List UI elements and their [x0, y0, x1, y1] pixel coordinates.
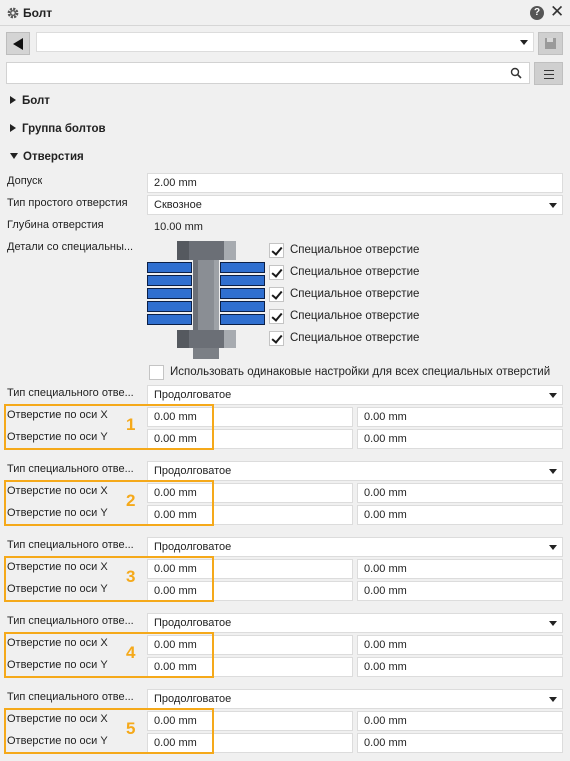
simple-hole-type-select[interactable]: Сквозное	[147, 195, 563, 215]
special-hole-type-label: Тип специального отве...	[7, 691, 134, 703]
menu-icon	[544, 70, 554, 71]
collapse-arrow-icon	[10, 153, 18, 159]
same-settings-checkbox[interactable]	[149, 365, 164, 380]
highlight-box-2	[4, 480, 214, 526]
special-parts-label: Детали со специальны...	[7, 241, 134, 253]
chevron-down-icon	[549, 203, 557, 208]
chevron-down-icon	[520, 40, 528, 45]
group-number-2: 2	[126, 491, 136, 510]
special-hole-checkbox-5[interactable]	[269, 331, 284, 346]
same-settings-label: Использовать одинаковые настройки для вс…	[170, 366, 551, 378]
hole-x-field-b[interactable]: 0.00 mm	[357, 407, 563, 427]
title-bar: Болт ? ✕	[0, 0, 570, 26]
highlight-box-4	[4, 632, 214, 678]
section-bolt-label: Болт	[22, 95, 50, 107]
section-holes-label: Отверстия	[23, 151, 84, 163]
simple-hole-type-value: Сквозное	[154, 199, 202, 211]
hole-y-field-b[interactable]: 0.00 mm	[357, 429, 563, 449]
special-hole-type-select-1[interactable]: Продолговатое	[147, 385, 563, 405]
special-hole-type-select-3[interactable]: Продолговатое	[147, 537, 563, 557]
special-hole-type-value: Продолговатое	[154, 617, 232, 629]
special-hole-checkbox-label: Специальное отверстие	[290, 332, 420, 344]
help-icon[interactable]: ?	[530, 6, 544, 20]
search-input[interactable]	[6, 62, 530, 84]
gear-icon	[7, 7, 19, 19]
hole-y-field-b[interactable]: 0.00 mm	[357, 505, 563, 525]
special-hole-type-label: Тип специального отве...	[7, 539, 134, 551]
special-hole-type-select-4[interactable]: Продолговатое	[147, 613, 563, 633]
highlight-box-3	[4, 556, 214, 602]
group-number-4: 4	[126, 643, 136, 662]
close-icon[interactable]: ✕	[550, 2, 564, 22]
section-holes[interactable]: Отверстия	[10, 151, 84, 163]
special-hole-type-label: Тип специального отве...	[7, 615, 134, 627]
special-hole-type-label: Тип специального отве...	[7, 387, 134, 399]
tolerance-field[interactable]: 2.00 mm	[147, 173, 563, 193]
hole-x-field-b[interactable]: 0.00 mm	[357, 711, 563, 731]
special-hole-type-label: Тип специального отве...	[7, 463, 134, 475]
group-number-3: 3	[126, 567, 136, 586]
save-icon	[545, 38, 556, 49]
hole-depth-value: 10.00 mm	[147, 217, 563, 237]
special-hole-checkbox-label: Специальное отверстие	[290, 288, 420, 300]
hole-depth-label: Глубина отверстия	[7, 219, 104, 231]
special-hole-checkbox-2[interactable]	[269, 265, 284, 280]
special-hole-checkbox-label: Специальное отверстие	[290, 266, 420, 278]
section-bolt-group[interactable]: Группа болтов	[10, 123, 106, 135]
window-title: Болт	[23, 6, 53, 20]
chevron-down-icon	[549, 697, 557, 702]
expand-arrow-icon	[10, 124, 16, 132]
tolerance-label: Допуск	[7, 175, 43, 187]
special-hole-checkbox-label: Специальное отверстие	[290, 244, 420, 256]
special-hole-type-value: Продолговатое	[154, 541, 232, 553]
preset-combo[interactable]	[36, 32, 534, 52]
special-hole-checkbox-4[interactable]	[269, 309, 284, 324]
hole-x-field-b[interactable]: 0.00 mm	[357, 635, 563, 655]
group-number-5: 5	[126, 719, 136, 738]
save-button[interactable]	[538, 32, 563, 55]
hole-y-field-b[interactable]: 0.00 mm	[357, 733, 563, 753]
section-bolt-group-label: Группа болтов	[22, 123, 106, 135]
hole-y-field-b[interactable]: 0.00 mm	[357, 657, 563, 677]
chevron-down-icon	[549, 545, 557, 550]
search-icon[interactable]	[510, 67, 522, 79]
special-hole-type-value: Продолговатое	[154, 465, 232, 477]
hole-y-field-b[interactable]: 0.00 mm	[357, 581, 563, 601]
expand-arrow-icon	[10, 96, 16, 104]
chevron-down-icon	[549, 393, 557, 398]
special-hole-checkbox-1[interactable]	[269, 243, 284, 258]
special-hole-checkbox-3[interactable]	[269, 287, 284, 302]
special-hole-type-select-2[interactable]: Продолговатое	[147, 461, 563, 481]
special-hole-checkbox-label: Специальное отверстие	[290, 310, 420, 322]
bolt-diagram	[147, 241, 265, 359]
menu-button[interactable]	[534, 62, 563, 85]
section-bolt[interactable]: Болт	[10, 95, 50, 107]
special-hole-type-value: Продолговатое	[154, 693, 232, 705]
special-hole-type-select-5[interactable]: Продолговатое	[147, 689, 563, 709]
group-number-1: 1	[126, 415, 136, 434]
hole-x-field-b[interactable]: 0.00 mm	[357, 483, 563, 503]
special-hole-type-value: Продолговатое	[154, 389, 232, 401]
highlight-box-1	[4, 404, 214, 450]
hole-x-field-b[interactable]: 0.00 mm	[357, 559, 563, 579]
chevron-down-icon	[549, 469, 557, 474]
back-button[interactable]	[6, 32, 30, 55]
highlight-box-5	[4, 708, 214, 754]
simple-hole-type-label: Тип простого отверстия	[7, 197, 128, 209]
chevron-down-icon	[549, 621, 557, 626]
